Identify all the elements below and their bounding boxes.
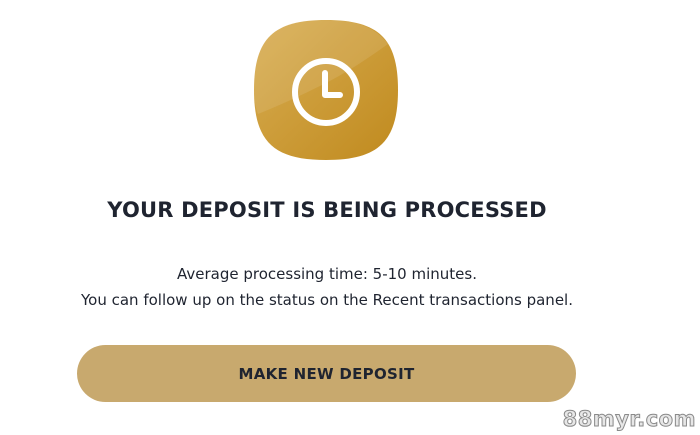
- processing-time-text: Average processing time: 5-10 minutes.: [177, 265, 477, 283]
- page-title: YOUR DEPOSIT IS BEING PROCESSED: [107, 198, 547, 222]
- follow-up-text: You can follow up on the status on the R…: [81, 291, 573, 309]
- deposit-processing-page: YOUR DEPOSIT IS BEING PROCESSED Average …: [0, 0, 700, 435]
- make-new-deposit-button[interactable]: MAKE NEW DEPOSIT: [77, 345, 576, 402]
- watermark-logo: 88myr.com: [562, 407, 696, 432]
- clock-icon: [252, 18, 400, 162]
